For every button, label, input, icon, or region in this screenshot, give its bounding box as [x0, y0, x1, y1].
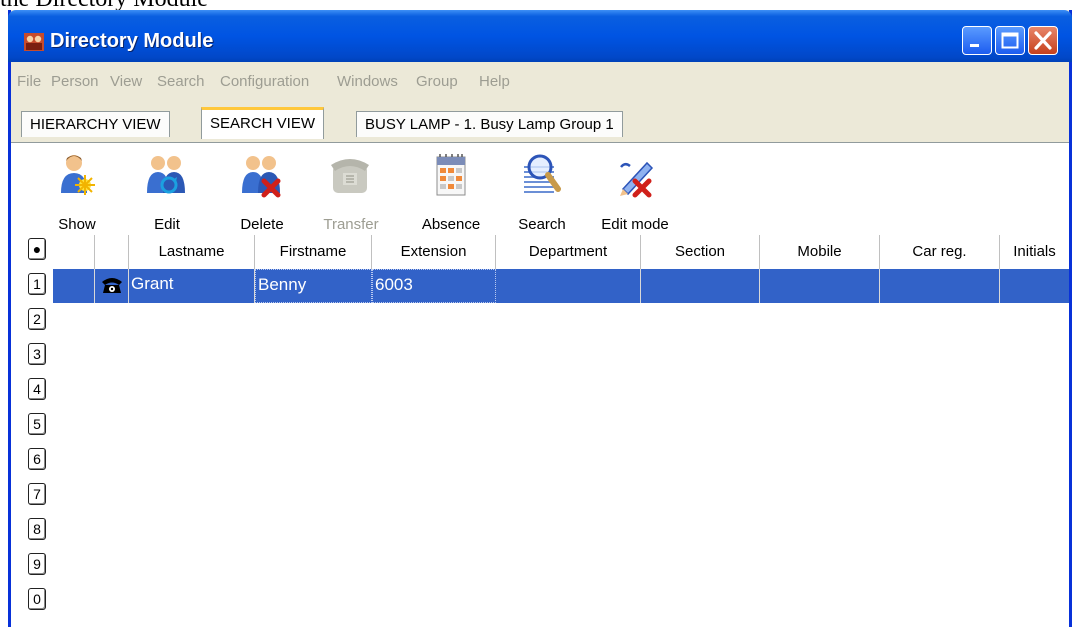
- outer-caption: the Directory Module: [0, 0, 208, 12]
- column-header-car-reg[interactable]: Car reg.: [880, 235, 1000, 269]
- tab-hierarchy-view[interactable]: HIERARCHY VIEW: [21, 111, 170, 137]
- menu-help[interactable]: Help: [479, 73, 510, 90]
- edit-label: Edit: [154, 216, 180, 233]
- edit-mode-button[interactable]: Edit mode: [593, 153, 677, 237]
- show-label: Show: [58, 216, 96, 233]
- maximize-button[interactable]: [995, 26, 1025, 55]
- nav-button-2[interactable]: 2: [28, 308, 46, 330]
- cell-initials[interactable]: [1000, 269, 1069, 303]
- show-button[interactable]: Show: [47, 153, 107, 237]
- nav-button-current[interactable]: ●: [28, 238, 46, 260]
- people-delete-icon: [242, 156, 281, 198]
- column-header-blank[interactable]: [53, 235, 95, 269]
- search-view-panel: Show Edit Delete Transfer Absence Search…: [11, 142, 1069, 628]
- menu-configuration[interactable]: Configuration: [220, 73, 309, 90]
- menu-search[interactable]: Search: [157, 73, 205, 90]
- person-sun-icon: [61, 155, 95, 195]
- edit-mode-label: Edit mode: [601, 216, 669, 233]
- row-blank-cell: [53, 269, 95, 303]
- column-header-lastname[interactable]: Lastname: [129, 235, 255, 269]
- cell-mobile[interactable]: [760, 269, 880, 303]
- cell-department[interactable]: [496, 269, 641, 303]
- menu-windows[interactable]: Windows: [337, 73, 398, 90]
- menu-bar: File Person View Search Configuration Wi…: [11, 67, 1069, 97]
- toolbar: Show Edit Delete Transfer Absence Search…: [19, 143, 1059, 239]
- nav-button-5[interactable]: 5: [28, 413, 46, 435]
- delete-button[interactable]: Delete: [229, 153, 295, 237]
- cell-firstname[interactable]: Benny: [255, 269, 372, 303]
- edit-button[interactable]: Edit: [137, 153, 197, 237]
- column-header-icon[interactable]: [95, 235, 129, 269]
- nav-button-1[interactable]: 1: [28, 273, 46, 295]
- cell-lastname[interactable]: Grant: [129, 269, 255, 303]
- tab-bar: HIERARCHY VIEW SEARCH VIEW BUSY LAMP - 1…: [11, 105, 1069, 141]
- nav-button-9[interactable]: 9: [28, 553, 46, 575]
- transfer-label: Transfer: [323, 216, 379, 233]
- title-bar[interactable]: Directory Module: [8, 10, 1072, 62]
- menu-file[interactable]: File: [17, 73, 41, 90]
- delete-label: Delete: [240, 216, 284, 233]
- cell-car-reg[interactable]: [880, 269, 1000, 303]
- close-icon: [1034, 31, 1052, 50]
- cell-extension[interactable]: 6003: [372, 269, 496, 303]
- column-header-department[interactable]: Department: [496, 235, 641, 269]
- calendar-icon: [436, 154, 466, 196]
- row-icon-cell: [95, 269, 129, 303]
- nav-button-7[interactable]: 7: [28, 483, 46, 505]
- magnifier-icon: [524, 154, 561, 193]
- pencil-cross-icon: [620, 161, 654, 198]
- directory-module-window: Directory Module File Person View Search…: [8, 10, 1072, 628]
- maximize-icon: [1001, 32, 1019, 49]
- people-group-icon[interactable]: [24, 33, 44, 51]
- people-edit-icon: [147, 156, 185, 194]
- window-title: Directory Module: [50, 30, 214, 52]
- nav-button-6[interactable]: 6: [28, 448, 46, 470]
- absence-button[interactable]: Absence: [411, 153, 491, 237]
- nav-button-0[interactable]: 0: [28, 588, 46, 610]
- transfer-button[interactable]: Transfer: [319, 153, 383, 237]
- cell-section[interactable]: [641, 269, 760, 303]
- menu-group[interactable]: Group: [416, 73, 458, 90]
- search-button[interactable]: Search: [511, 153, 573, 237]
- column-header-mobile[interactable]: Mobile: [760, 235, 880, 269]
- column-header-initials[interactable]: Initials: [1000, 235, 1069, 269]
- grid-header: Lastname Firstname Extension Department …: [53, 235, 1069, 270]
- minimize-button[interactable]: [962, 26, 992, 55]
- phone-icon: [331, 159, 369, 193]
- column-header-firstname[interactable]: Firstname: [255, 235, 372, 269]
- nav-button-4[interactable]: 4: [28, 378, 46, 400]
- nav-button-3[interactable]: 3: [28, 343, 46, 365]
- row-navigator: ● 1 2 3 4 5 6 7 8 9 0: [25, 235, 49, 628]
- tab-search-view[interactable]: SEARCH VIEW: [201, 107, 325, 139]
- telephone-icon: [102, 278, 122, 293]
- tab-busy-lamp[interactable]: BUSY LAMP - 1. Busy Lamp Group 1: [356, 111, 623, 137]
- minimize-icon: [970, 44, 979, 47]
- column-header-section[interactable]: Section: [641, 235, 760, 269]
- results-grid: Lastname Firstname Extension Department …: [53, 235, 1069, 628]
- table-row[interactable]: Grant Benny 6003: [53, 269, 1069, 303]
- nav-button-8[interactable]: 8: [28, 518, 46, 540]
- menu-person[interactable]: Person: [51, 73, 99, 90]
- close-button[interactable]: [1028, 26, 1058, 55]
- menu-view[interactable]: View: [110, 73, 142, 90]
- search-label: Search: [518, 216, 566, 233]
- absence-label: Absence: [421, 216, 481, 233]
- column-header-extension[interactable]: Extension: [372, 235, 496, 269]
